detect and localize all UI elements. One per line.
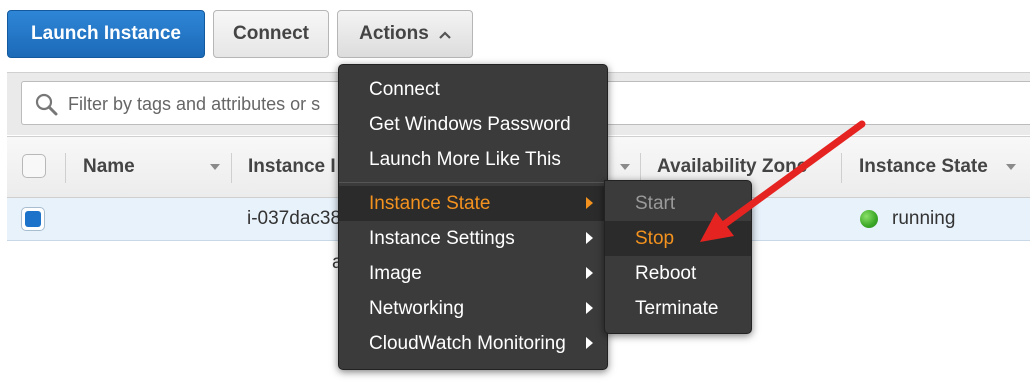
menu-item-label: Instance Settings (369, 227, 515, 249)
column-divider (640, 153, 641, 183)
sort-icon[interactable] (620, 164, 630, 170)
select-all-checkbox[interactable] (22, 154, 46, 178)
column-header-availability-zone-label: Availability Zone (657, 156, 808, 177)
menu-item-label: Image (369, 262, 422, 284)
caret-right-icon (586, 197, 593, 209)
menu-item-label: Connect (369, 78, 440, 100)
caret-right-icon (586, 267, 593, 279)
column-header-name-label: Name (83, 156, 135, 177)
column-header-instance-id-label: Instance I (248, 156, 336, 177)
column-header-instance-id[interactable]: Instance I (248, 137, 336, 197)
actions-button[interactable]: Actions (337, 10, 473, 58)
launch-instance-label: Launch Instance (31, 23, 181, 44)
menu-item-label: CloudWatch Monitoring (369, 332, 566, 354)
menu-item-launch-more-like-this[interactable]: Launch More Like This (339, 142, 607, 177)
actions-label: Actions (359, 23, 429, 44)
column-header-instance-state-label: Instance State (859, 156, 988, 177)
menu-item-connect[interactable]: Connect (339, 72, 607, 107)
caret-right-icon (586, 232, 593, 244)
menu-item-image[interactable]: Image (339, 256, 607, 291)
submenu-item-start: Start (605, 186, 751, 221)
menu-item-label: Launch More Like This (369, 148, 561, 170)
menu-item-label: Get Windows Password (369, 113, 571, 135)
menu-item-get-windows-password[interactable]: Get Windows Password (339, 107, 607, 142)
sort-icon[interactable] (1006, 164, 1016, 170)
menu-item-instance-state[interactable]: Instance State (339, 186, 607, 221)
submenu-item-reboot[interactable]: Reboot (605, 256, 751, 291)
caret-right-icon (586, 337, 593, 349)
row-instance-state: running (892, 208, 956, 229)
connect-button[interactable]: Connect (213, 10, 329, 58)
menu-item-networking[interactable]: Networking (339, 291, 607, 326)
submenu-item-label: Start (635, 192, 676, 214)
status-dot-icon (860, 210, 878, 228)
connect-label: Connect (233, 23, 309, 44)
caret-right-icon (586, 302, 593, 314)
column-divider (231, 153, 232, 183)
search-input[interactable] (66, 91, 370, 117)
submenu-item-label: Stop (635, 227, 675, 249)
menu-divider (339, 182, 607, 183)
submenu-item-stop[interactable]: Stop (605, 221, 751, 256)
menu-item-cloudwatch-monitoring[interactable]: CloudWatch Monitoring (339, 326, 607, 361)
column-divider (841, 153, 842, 183)
column-header-name[interactable]: Name (83, 137, 135, 197)
submenu-item-terminate[interactable]: Terminate (605, 291, 751, 326)
launch-instance-button[interactable]: Launch Instance (7, 10, 205, 58)
search-icon (34, 92, 58, 121)
chevron-up-icon (439, 27, 451, 42)
row-instance-id: i-037dac38 (247, 208, 342, 229)
column-header-instance-state[interactable]: Instance State (859, 137, 988, 197)
menu-item-label: Networking (369, 297, 465, 319)
submenu-item-label: Terminate (635, 297, 719, 319)
row-checkbox[interactable] (21, 207, 45, 231)
menu-item-instance-settings[interactable]: Instance Settings (339, 221, 607, 256)
actions-menu: Connect Get Windows Password Launch More… (338, 64, 608, 370)
menu-item-label: Instance State (369, 192, 491, 214)
column-divider (65, 153, 66, 183)
instance-state-submenu: Start Stop Reboot Terminate (604, 180, 752, 334)
submenu-item-label: Reboot (635, 262, 697, 284)
sort-icon[interactable] (210, 164, 220, 170)
